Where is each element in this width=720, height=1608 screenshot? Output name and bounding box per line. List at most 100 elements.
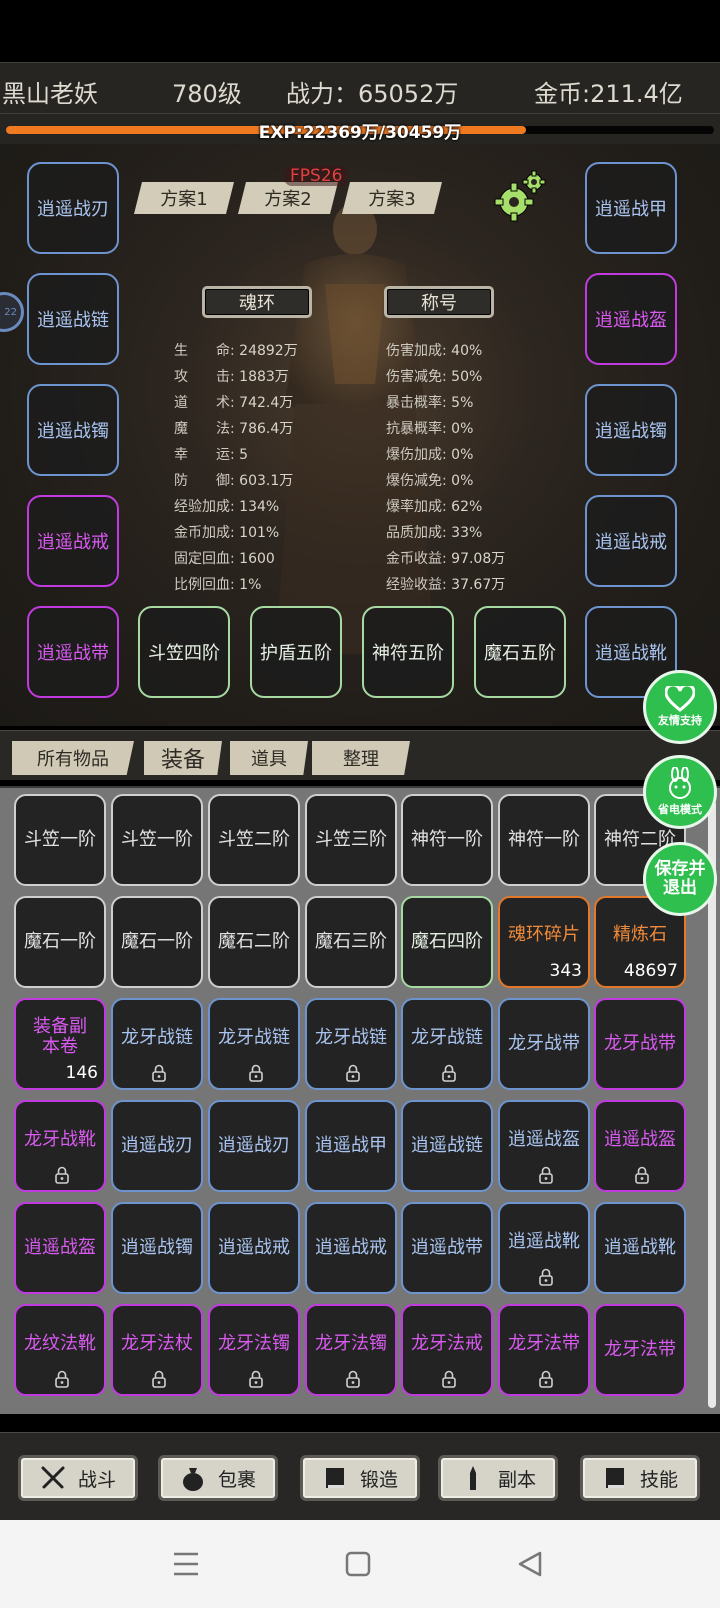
- stat-right-9: 经验收益: 37.67万: [386, 574, 505, 594]
- back-icon[interactable]: [516, 1550, 544, 1578]
- stat-left-8: 固定回血: 1600: [174, 548, 275, 568]
- inventory-item[interactable]: 龙牙战链: [305, 998, 397, 1090]
- inventory-item[interactable]: 龙牙战靴: [14, 1100, 106, 1192]
- item-name: 龙牙战链: [315, 1027, 387, 1048]
- item-name: 斗笠三阶: [315, 829, 387, 850]
- menu-icon[interactable]: [172, 1550, 200, 1578]
- inventory-item[interactable]: 魂环碎片 343: [498, 896, 590, 988]
- title-button[interactable]: 称号: [384, 286, 494, 318]
- inventory-item[interactable]: 龙牙法镯: [208, 1304, 300, 1396]
- home-icon[interactable]: [344, 1550, 372, 1578]
- equip-right-slot-2[interactable]: 逍遥战镯: [585, 384, 677, 476]
- lock-icon: [54, 1370, 70, 1388]
- stat-right-5: 爆伤减免: 0%: [386, 470, 473, 490]
- inventory-item[interactable]: 龙牙法带: [498, 1304, 590, 1396]
- inventory-item[interactable]: 魔石一阶: [14, 896, 106, 988]
- inventory-item[interactable]: 龙牙战带: [498, 998, 590, 1090]
- inventory-item[interactable]: 斗笠一阶: [111, 794, 203, 886]
- inventory-item[interactable]: 逍遥战刃: [208, 1100, 300, 1192]
- nav-battle-button[interactable]: 战斗: [18, 1455, 138, 1501]
- inventory-item[interactable]: 逍遥战镯: [111, 1202, 203, 1294]
- inventory-item[interactable]: 龙牙战带: [594, 998, 686, 1090]
- equip-right-slot-0[interactable]: 逍遥战甲: [585, 162, 677, 254]
- tab-all-items[interactable]: 所有物品: [12, 741, 134, 775]
- inventory-item[interactable]: 逍遥战靴: [498, 1202, 590, 1294]
- support-button[interactable]: 友情支持: [643, 670, 717, 744]
- equip-bottom-slot-0[interactable]: 斗笠四阶: [138, 606, 230, 698]
- equip-left-slot-0[interactable]: 逍遥战刃: [27, 162, 119, 254]
- power-save-button[interactable]: 省电模式: [643, 755, 717, 829]
- stat-label: 幸 运:: [174, 447, 240, 463]
- equip-bottom-slot-3[interactable]: 魔石五阶: [474, 606, 566, 698]
- inventory-item[interactable]: 斗笠三阶: [305, 794, 397, 886]
- inventory-item[interactable]: 逍遥战盔: [498, 1100, 590, 1192]
- stat-right-6: 爆率加成: 62%: [386, 496, 482, 516]
- inventory-item[interactable]: 逍遥战盔: [594, 1100, 686, 1192]
- inventory-item[interactable]: 逍遥战刃: [111, 1100, 203, 1192]
- inventory-item[interactable]: 龙牙法带: [594, 1304, 686, 1396]
- inventory-item[interactable]: 魔石二阶: [208, 896, 300, 988]
- lock-icon: [538, 1370, 554, 1388]
- inventory-item[interactable]: 逍遥战戒: [208, 1202, 300, 1294]
- equip-left-slot-1[interactable]: 逍遥战链: [27, 273, 119, 365]
- inventory-item[interactable]: 龙牙战链: [208, 998, 300, 1090]
- inventory-item[interactable]: 逍遥战带: [401, 1202, 493, 1294]
- side-circle-button[interactable]: 22: [0, 292, 24, 332]
- plan-tab-1[interactable]: 方案1: [134, 182, 234, 214]
- inventory-item[interactable]: 逍遥战盔: [14, 1202, 106, 1294]
- stat-label: 攻 击:: [174, 369, 240, 385]
- nav-bag-button[interactable]: 包裹: [158, 1455, 278, 1501]
- lock-icon: [538, 1268, 554, 1286]
- nav-skill-button[interactable]: 技能: [580, 1455, 700, 1501]
- tab-equipment[interactable]: 装备: [144, 741, 222, 775]
- stat-value: 134%: [239, 499, 280, 515]
- save-exit-button[interactable]: 保存并退出: [643, 842, 717, 916]
- item-name: 神符一阶: [411, 829, 483, 850]
- inventory-item[interactable]: 龙牙法镯: [305, 1304, 397, 1396]
- lock-icon: [538, 1166, 554, 1184]
- item-name: 神符一阶: [508, 829, 580, 850]
- nav-dungeon-button[interactable]: 副本: [438, 1455, 558, 1501]
- inventory-item[interactable]: 逍遥战戒: [305, 1202, 397, 1294]
- inventory-item[interactable]: 魔石四阶: [401, 896, 493, 988]
- lock-icon: [634, 1166, 650, 1184]
- inventory-item[interactable]: 装备副本卷 146: [14, 998, 106, 1090]
- tab-sort[interactable]: 整理: [312, 741, 410, 775]
- nav-forge-button[interactable]: 锻造: [300, 1455, 420, 1501]
- plan-tab-2[interactable]: 方案2: [238, 182, 338, 214]
- inventory-item[interactable]: 龙牙战链: [111, 998, 203, 1090]
- equip-right-slot-3[interactable]: 逍遥战戒: [585, 495, 677, 587]
- equip-right-slot-1[interactable]: 逍遥战盔: [585, 273, 677, 365]
- stat-value: 1883万: [239, 369, 289, 385]
- inventory-item[interactable]: 龙纹法靴: [14, 1304, 106, 1396]
- inventory-item[interactable]: 逍遥战链: [401, 1100, 493, 1192]
- equip-bottom-slot-1[interactable]: 护盾五阶: [250, 606, 342, 698]
- plan-tab-3[interactable]: 方案3: [342, 182, 442, 214]
- inventory-item[interactable]: 魔石三阶: [305, 896, 397, 988]
- stat-value: 786.4万: [239, 421, 294, 437]
- equip-left-slot-4[interactable]: 逍遥战带: [27, 606, 119, 698]
- inventory-item[interactable]: 逍遥战甲: [305, 1100, 397, 1192]
- equip-left-slot-3[interactable]: 逍遥战戒: [27, 495, 119, 587]
- stat-value: 24892万: [239, 343, 298, 359]
- inventory-item[interactable]: 魔石一阶: [111, 896, 203, 988]
- inventory-item[interactable]: 龙牙战链: [401, 998, 493, 1090]
- inventory-item[interactable]: 斗笠二阶: [208, 794, 300, 886]
- settings-gear-icon[interactable]: [494, 170, 548, 224]
- inventory-item[interactable]: 神符一阶: [498, 794, 590, 886]
- soul-ring-button[interactable]: 魂环: [202, 286, 312, 318]
- inventory-item[interactable]: 龙牙法杖: [111, 1304, 203, 1396]
- player-power: 战力：65052万: [286, 80, 459, 108]
- lock-icon: [248, 1064, 264, 1082]
- equip-bottom-slot-2[interactable]: 神符五阶: [362, 606, 454, 698]
- item-name: 逍遥战甲: [315, 1135, 387, 1156]
- item-count: 146: [65, 1063, 98, 1083]
- item-name: 逍遥战链: [411, 1135, 483, 1156]
- item-name: 魔石一阶: [121, 931, 193, 952]
- inventory-item[interactable]: 逍遥战靴: [594, 1202, 686, 1294]
- inventory-item[interactable]: 神符一阶: [401, 794, 493, 886]
- inventory-item[interactable]: 龙牙法戒: [401, 1304, 493, 1396]
- equip-left-slot-2[interactable]: 逍遥战镯: [27, 384, 119, 476]
- inventory-item[interactable]: 斗笠一阶: [14, 794, 106, 886]
- tab-props[interactable]: 道具: [230, 741, 308, 775]
